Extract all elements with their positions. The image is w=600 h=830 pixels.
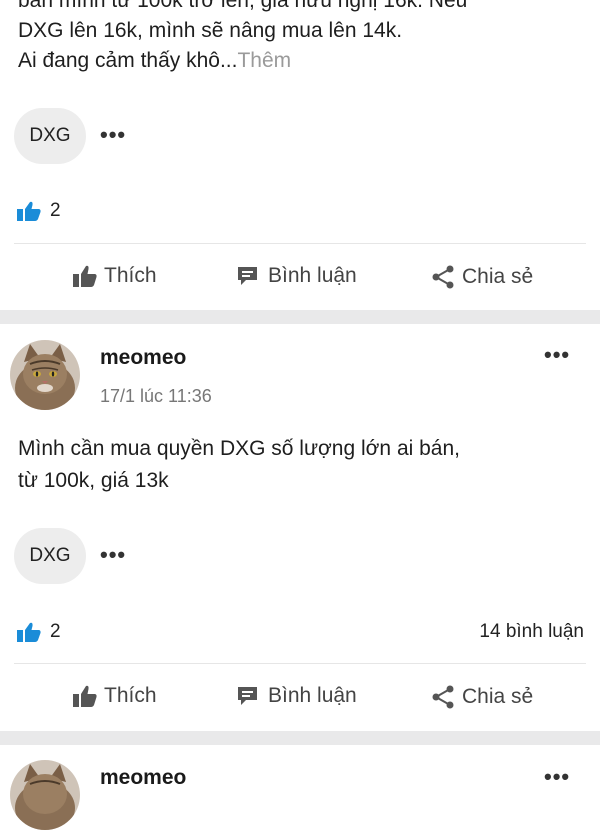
comment-bubble-icon [238, 687, 257, 705]
more-options-icon[interactable]: ••• [100, 124, 126, 146]
avatar[interactable] [10, 760, 80, 830]
comment-button-label: Bình luận [268, 264, 357, 287]
share-button[interactable]: Chia sẻ [430, 684, 533, 710]
comment-button[interactable]: Bình luận [236, 264, 357, 288]
share-icon [432, 265, 454, 289]
post-text-truncated: Ai đang cảm thấy khô... [18, 49, 238, 72]
cat-avatar-image [10, 340, 80, 410]
stock-tag-chip[interactable]: DXG [14, 108, 86, 164]
divider [14, 663, 586, 664]
stock-tag-label: DXG [29, 125, 71, 146]
post-text-line: từ 100k, giá 13k [18, 469, 169, 492]
stock-tag-chip[interactable]: DXG [14, 528, 86, 584]
post-text-line: Mình cần mua quyền DXG số lượng lớn ai b… [18, 437, 460, 460]
more-options-icon[interactable]: ••• [100, 544, 126, 566]
comment-count[interactable]: 14 bình luận [479, 621, 584, 643]
like-button-label: Thích [104, 264, 157, 287]
share-button-label: Chia sẻ [462, 685, 534, 708]
thumbs-up-icon [17, 622, 41, 642]
reaction-summary[interactable]: 2 [16, 621, 61, 643]
post-text-line: DXG lên 16k, mình sẽ nâng mua lên 14k. [18, 19, 403, 42]
thumbs-up-icon [73, 265, 97, 287]
more-options-icon[interactable]: ••• [544, 344, 570, 366]
like-button-label: Thích [104, 684, 157, 707]
more-options-icon[interactable]: ••• [544, 766, 570, 788]
post-separator [0, 731, 600, 745]
divider [14, 243, 586, 244]
share-icon [432, 685, 454, 709]
like-count: 2 [50, 200, 61, 221]
thumbs-up-icon [17, 201, 41, 221]
like-count: 2 [50, 621, 61, 642]
share-button-label: Chia sẻ [462, 265, 534, 288]
post-text-line: bán mình từ 100k trở lên, giá hữu nghị 1… [18, 0, 468, 12]
share-button[interactable]: Chia sẻ [430, 264, 533, 290]
post-text-line: Ai đang cảm thấy khô...Thêm [18, 46, 291, 76]
comment-bubble-icon [238, 267, 257, 285]
reaction-summary[interactable]: 2 [16, 200, 61, 222]
stock-tag-label: DXG [29, 545, 71, 566]
like-button[interactable]: Thích [72, 264, 157, 288]
post-separator [0, 310, 600, 324]
post-author-name[interactable]: meomeo [100, 766, 186, 790]
see-more-link[interactable]: Thêm [237, 49, 291, 72]
avatar[interactable] [10, 340, 80, 410]
post-author-name[interactable]: meomeo [100, 346, 186, 370]
cat-avatar-image [10, 760, 80, 830]
comment-button[interactable]: Bình luận [236, 684, 357, 708]
comment-button-label: Bình luận [268, 684, 357, 707]
like-button[interactable]: Thích [72, 684, 157, 708]
post-timestamp[interactable]: 17/1 lúc 11:36 [100, 386, 212, 407]
thumbs-up-icon [73, 685, 97, 707]
